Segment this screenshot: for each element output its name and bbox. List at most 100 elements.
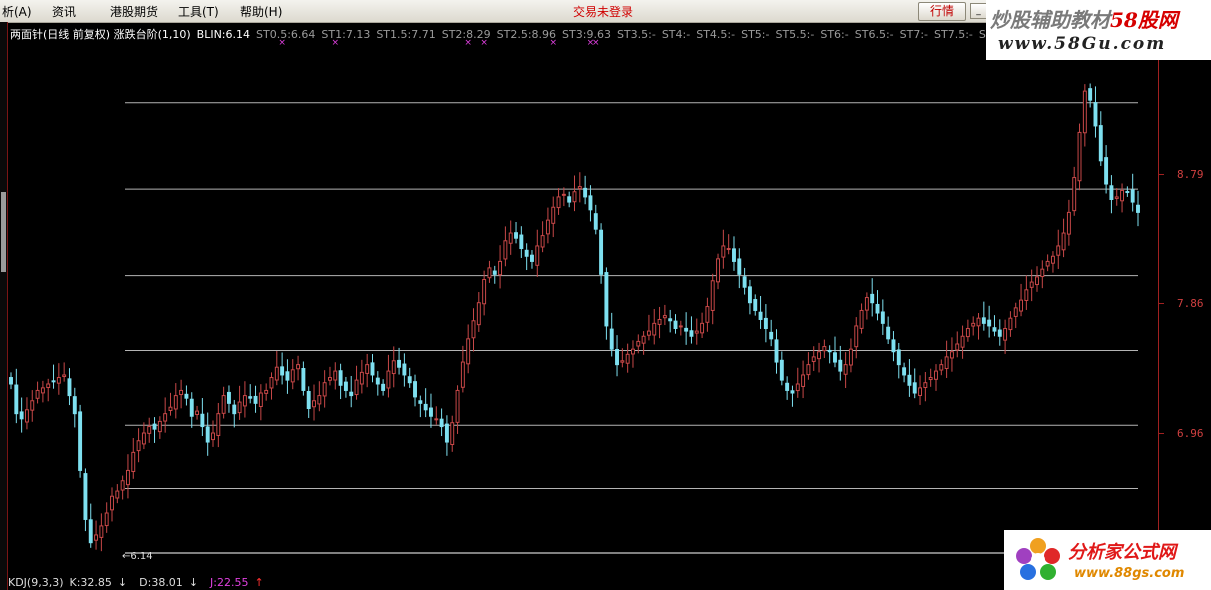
candle-up [721,245,726,258]
candle-up [641,335,646,344]
quote-button[interactable]: 行情 [918,2,966,21]
step-value: ST2.5:8.96 [496,28,557,41]
candle-down [9,377,13,385]
candle-up [365,364,370,374]
candle-up [965,328,970,338]
login-status[interactable]: 交易未登录 [573,3,633,20]
flower-logo-icon [1016,538,1060,580]
candle-down [737,258,742,275]
candle-up [716,258,720,283]
candle-down [689,330,694,337]
candle-up [960,335,965,348]
candle-up [195,410,200,415]
candle-down [838,359,843,372]
watermark-title: 炒股辅助教材58股网 [990,4,1178,33]
candle-up [359,371,364,385]
candle-up [535,245,540,266]
candle-down [981,317,986,324]
candle-up [1120,189,1125,202]
candle-up [710,280,715,311]
candle-down [769,331,774,340]
candle-up [290,369,295,383]
candle-up [1024,289,1029,301]
candle-up [540,235,545,248]
candle-down [423,403,428,411]
kdj-indicator: KDJ(9,3,3) K:32.85 ↓ D:38.01 ↓ J:22.55 ↑ [8,576,276,589]
candle-down [519,234,524,250]
scroll-thumb[interactable] [1,192,6,272]
menu-news[interactable]: 资讯 [52,3,76,20]
candle-up [822,346,827,352]
price-tick [1159,174,1164,175]
candle-down [763,317,768,330]
candle-down [439,418,444,428]
price-axis [1158,55,1159,575]
candle-up [322,382,327,397]
candle-down [747,286,752,304]
candle-up [556,196,561,209]
left-scrollbar[interactable] [0,22,8,590]
candle-up [221,395,226,414]
candle-up [918,387,923,396]
candle-up [806,364,811,376]
candle-up [258,392,263,408]
minimize-button[interactable]: _ [970,3,987,19]
candle-down [524,249,529,257]
candle-up [1066,211,1071,235]
candle-up [237,401,242,414]
menu-tools[interactable]: 工具(T) [178,3,219,20]
candle-up [854,325,859,348]
candle-up [333,370,338,381]
candle-up [700,322,705,334]
candle-down [833,352,837,363]
candle-up [476,302,481,326]
candle-up [1114,196,1119,199]
candle-down [774,339,779,363]
candle-down [1136,204,1140,213]
candle-down [567,196,572,203]
menu-hk-futures[interactable]: 港股期货 [110,3,158,20]
candle-up [115,490,120,499]
candle-down [758,311,763,320]
candle-down [673,320,678,330]
candle-down [593,213,598,230]
candle-up [242,395,247,407]
candle-down [875,303,880,314]
kline-chart[interactable]: × × × × × × × [8,23,1158,575]
step-value: ST6:- [820,28,849,41]
step-value: ST2:8.29 [441,28,491,41]
candle-down [88,519,93,544]
candle-up [328,377,332,381]
candle-down [870,293,875,304]
candle-down [78,411,83,471]
candle-up [386,370,391,389]
candle-up [482,278,487,305]
candle-up [811,356,816,362]
candle-up [391,360,396,375]
candle-up [1035,276,1039,286]
watermark-url: www.58Gu.com [998,34,1167,54]
candle-down [742,276,747,288]
low-price-marker: ←6.14 [122,551,153,562]
candle-up [508,232,513,244]
candle-up [944,356,949,370]
watermark-58gu: 炒股辅助教材58股网 www.58Gu.com [986,0,1211,60]
watermark-title: 分析家公式网 [1068,542,1176,563]
candle-up [216,413,221,436]
menu-analysis[interactable]: 析(A) [2,3,32,20]
candle-up [450,422,455,446]
candle-up [625,353,630,364]
candle-up [131,451,136,472]
candle-down [609,328,614,350]
candle-down [285,371,290,381]
candle-up [971,322,976,327]
candle-down [381,383,386,391]
candle-up [46,383,51,389]
candle-down [902,367,907,376]
menu-help[interactable]: 帮助(H) [240,3,282,20]
candle-up [1019,299,1024,312]
candle-down [418,400,423,404]
candle-up [40,387,45,394]
candle-down [189,398,194,417]
candle-down [1093,102,1098,127]
